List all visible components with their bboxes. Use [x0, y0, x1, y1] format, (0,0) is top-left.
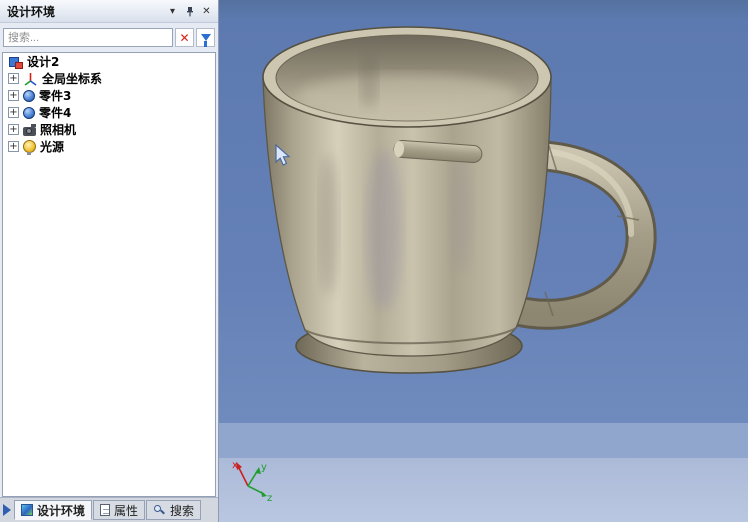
- 3d-viewport[interactable]: x y z: [219, 0, 748, 522]
- expand-icon[interactable]: +: [8, 107, 19, 118]
- clear-search-icon: ✕: [179, 30, 190, 45]
- design-environment-tab-icon: [21, 504, 33, 516]
- axis-triad: x y z: [232, 460, 272, 502]
- model-tree: 设计2 + 全局坐标系 + 零件3 + 零件4 + 照相机 + 光源: [2, 52, 216, 497]
- mug-3d-model[interactable]: [219, 0, 748, 522]
- search-input[interactable]: [3, 28, 173, 47]
- tree-item-design-root[interactable]: 设计2: [3, 53, 215, 70]
- application-window: 设计环境 ▾ ✕ ✕ 设计2 +: [0, 0, 748, 522]
- tree-item-label: 全局坐标系: [42, 72, 103, 86]
- tree-item-part3[interactable]: + 零件3: [3, 87, 215, 104]
- tree-item-light-source[interactable]: + 光源: [3, 138, 215, 155]
- design-environment-panel: 设计环境 ▾ ✕ ✕ 设计2 +: [0, 0, 219, 522]
- axis-label-y: y: [261, 462, 267, 473]
- panel-title: 设计环境: [7, 4, 56, 19]
- coordinate-system-icon: [24, 72, 37, 86]
- filter-icon: [200, 34, 211, 47]
- panel-titlebar: 设计环境 ▾ ✕: [0, 0, 218, 23]
- expand-icon[interactable]: +: [8, 124, 19, 135]
- expand-icon[interactable]: +: [8, 90, 19, 101]
- tree-item-label: 光源: [40, 140, 65, 154]
- part-icon: [23, 107, 35, 119]
- tree-item-label: 照相机: [40, 123, 77, 137]
- part-icon: [23, 90, 35, 102]
- camera-icon: [23, 123, 36, 136]
- tab-search[interactable]: 搜索: [146, 500, 202, 520]
- close-icon[interactable]: ✕: [198, 3, 215, 19]
- mug-rim: [262, 26, 552, 128]
- tree-item-part4[interactable]: + 零件4: [3, 104, 215, 121]
- dropdown-arrow-icon[interactable]: ▾: [164, 3, 181, 19]
- tab-label: 设计环境: [37, 503, 86, 518]
- clear-search-button[interactable]: ✕: [175, 28, 194, 47]
- properties-tab-icon: [100, 504, 111, 516]
- tree-item-camera[interactable]: + 照相机: [3, 121, 215, 138]
- design-icon: [8, 55, 23, 69]
- axis-label-x: x: [232, 460, 238, 471]
- tree-item-label: 零件4: [39, 106, 72, 120]
- mouse-cursor-icon: [275, 144, 291, 166]
- tab-label: 属性: [114, 503, 139, 518]
- tab-properties[interactable]: 属性: [93, 500, 146, 520]
- tree-item-label: 设计2: [27, 55, 60, 69]
- tree-item-label: 零件3: [39, 89, 72, 103]
- expand-icon[interactable]: +: [8, 141, 19, 152]
- search-row: ✕: [0, 23, 218, 52]
- filter-button[interactable]: [196, 28, 215, 47]
- light-icon: [23, 140, 36, 155]
- panel-tabbar: 设计环境 属性 搜索: [0, 497, 218, 522]
- tab-scroll-triangle-icon[interactable]: [3, 504, 11, 516]
- axis-label-z: z: [267, 493, 272, 502]
- tab-design-environment[interactable]: 设计环境: [14, 500, 93, 520]
- tree-item-global-coordinate-system[interactable]: + 全局坐标系: [3, 70, 215, 87]
- pin-icon[interactable]: [181, 3, 198, 19]
- expand-icon[interactable]: +: [8, 73, 19, 84]
- search-tab-icon: [153, 504, 166, 517]
- tab-label: 搜索: [170, 503, 195, 518]
